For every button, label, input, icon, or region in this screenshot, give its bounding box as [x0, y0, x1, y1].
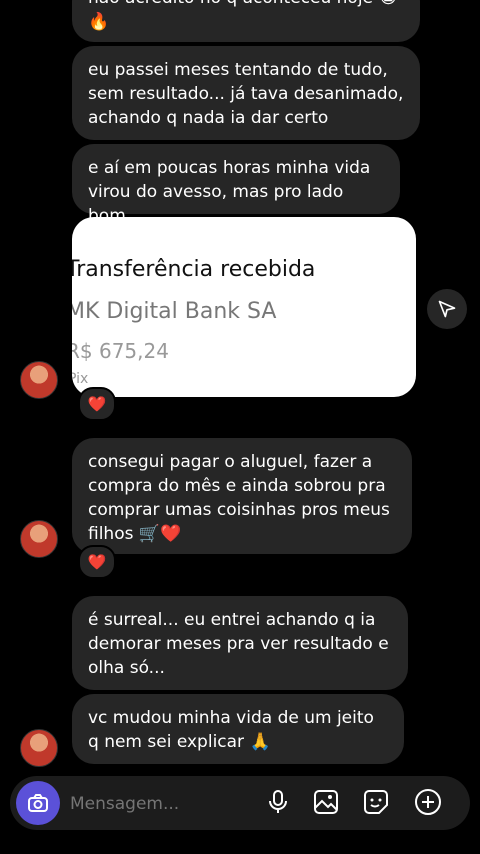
avatar[interactable]: [20, 729, 58, 767]
message-text: vc mudou minha vida de um jeito q nem se…: [88, 708, 374, 752]
camera-icon: [28, 794, 48, 812]
heart-reaction[interactable]: ❤️: [78, 387, 116, 421]
heart-icon: ❤️: [87, 553, 107, 571]
message-text: consegui pagar o aluguel, fazer a compra…: [88, 452, 390, 544]
heart-icon: ❤️: [87, 395, 107, 413]
add-button[interactable]: [412, 786, 444, 818]
message-bubble[interactable]: consegui pagar o aluguel, fazer a compra…: [72, 438, 412, 554]
message-text: não acredito no q aconteceu hoje 😭🔥: [88, 0, 398, 32]
avatar[interactable]: [20, 520, 58, 558]
message-input[interactable]: [68, 788, 252, 820]
message-text: eu passei meses tentando de tudo, sem re…: [88, 60, 404, 128]
message-bubble[interactable]: eu passei meses tentando de tudo, sem re…: [72, 46, 420, 140]
message-bubble[interactable]: e aí em poucas horas minha vida virou do…: [72, 144, 400, 226]
heart-reaction[interactable]: ❤️: [78, 545, 116, 579]
receipt-bank: MK Digital Bank SA: [72, 299, 277, 324]
sticker-icon: [364, 790, 388, 814]
receipt-title: Transferência recebida: [72, 257, 316, 282]
transfer-receipt-image[interactable]: Transferência recebida MK Digital Bank S…: [72, 217, 416, 397]
message-bubble[interactable]: é surreal... eu entrei achando q ia demo…: [72, 596, 408, 690]
avatar[interactable]: [20, 361, 58, 399]
message-bubble[interactable]: não acredito no q aconteceu hoje 😭🔥: [72, 0, 420, 42]
send-icon: [438, 300, 456, 318]
add-icon: [415, 789, 441, 815]
camera-button[interactable]: [16, 781, 60, 825]
message-text: e aí em poucas horas minha vida virou do…: [88, 158, 371, 226]
share-button[interactable]: [427, 289, 467, 329]
gallery-button[interactable]: [310, 786, 342, 818]
receipt-amount: R$ 675,24: [72, 339, 169, 363]
microphone-icon: [269, 790, 287, 813]
sticker-button[interactable]: [360, 786, 392, 818]
microphone-button[interactable]: [262, 786, 294, 818]
message-text: é surreal... eu entrei achando q ia demo…: [88, 610, 389, 678]
gallery-icon: [314, 790, 338, 814]
receipt-method: Pix: [72, 371, 89, 387]
message-bubble[interactable]: vc mudou minha vida de um jeito q nem se…: [72, 694, 404, 764]
